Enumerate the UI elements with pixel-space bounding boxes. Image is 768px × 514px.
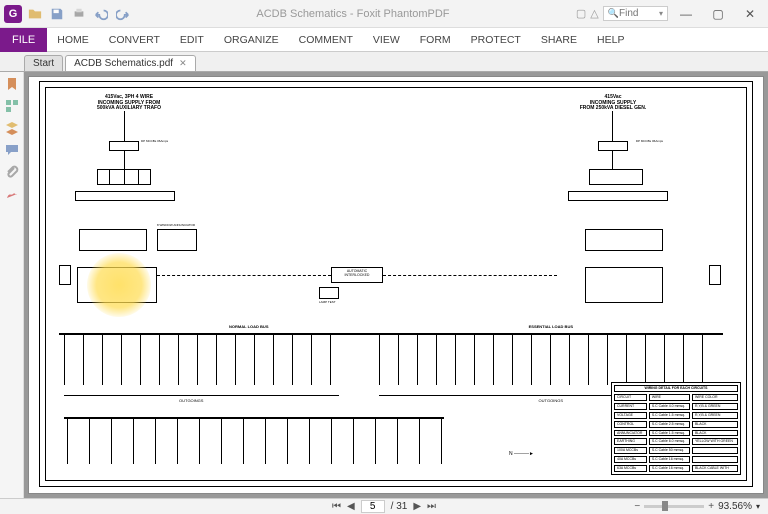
menu-collapse-icon[interactable]: ▢ <box>576 7 586 20</box>
find-box[interactable]: 🔍 ▾ <box>603 6 668 21</box>
left-supply-header3: 500kVA AUXILIARY TRAFO <box>97 105 161 111</box>
redo-icon[interactable] <box>116 7 130 21</box>
open-icon[interactable] <box>28 7 42 21</box>
doctab-start[interactable]: Start <box>24 55 63 71</box>
tab-organize[interactable]: ORGANIZE <box>214 28 289 52</box>
first-page-button[interactable]: ⏮ <box>332 501 341 512</box>
nav-sidebar <box>0 72 24 498</box>
tab-view[interactable]: VIEW <box>363 28 410 52</box>
annunciator-label: 8 WINDOW ANNUNCIATOR <box>157 224 195 227</box>
tab-home[interactable]: HOME <box>47 28 99 52</box>
document-tabs: Start ACDB Schematics.pdf ✕ <box>0 52 768 72</box>
tab-edit[interactable]: EDIT <box>170 28 214 52</box>
find-input[interactable] <box>619 8 659 19</box>
save-icon[interactable] <box>50 7 64 21</box>
document-viewer[interactable]: 415Vac, 3PH 4 WIRE INCOMING SUPPLY FROM … <box>24 72 768 498</box>
close-icon[interactable]: ✕ <box>179 58 187 69</box>
auto-interlock2: INTERLOCKED <box>345 273 370 277</box>
app-icon: G <box>4 5 22 23</box>
bookmark-icon[interactable] <box>4 76 20 92</box>
tab-convert[interactable]: CONVERT <box>99 28 170 52</box>
zoom-slider[interactable] <box>644 505 704 508</box>
tab-help[interactable]: HELP <box>587 28 634 52</box>
lamp-test: LAMP TEST <box>319 301 336 304</box>
find-dropdown-icon[interactable]: ▾ <box>659 9 663 18</box>
doctab-label: ACDB Schematics.pdf <box>74 58 173 69</box>
zoom-dropdown-icon[interactable]: ▾ <box>756 502 760 511</box>
tab-form[interactable]: FORM <box>410 28 461 52</box>
undo-icon[interactable] <box>94 7 108 21</box>
window-title: ACDB Schematics - Foxit PhantomPDF <box>256 8 449 20</box>
outgoings-right: OUTGOINGS <box>539 399 563 403</box>
zoom-out-button[interactable]: − <box>634 501 640 512</box>
outgoings-left: OUTGOINGS <box>179 399 203 403</box>
pdf-page: 415Vac, 3PH 4 WIRE INCOMING SUPPLY FROM … <box>28 76 764 494</box>
prev-page-button[interactable]: ◀ <box>347 501 355 512</box>
titlebar: G ACDB Schematics - Foxit PhantomPDF ▢ △… <box>0 0 768 28</box>
layers-icon[interactable] <box>4 120 20 136</box>
last-page-button[interactable]: ⏭ <box>427 501 436 512</box>
zoom-value: 93.56% <box>718 501 752 512</box>
next-page-button[interactable]: ▶ <box>413 501 421 512</box>
file-tab[interactable]: FILE <box>0 28 47 52</box>
maximize-button[interactable]: ▢ <box>704 4 732 24</box>
close-button[interactable]: ✕ <box>736 4 764 24</box>
page-total: / 31 <box>391 501 408 512</box>
mccb-label-right: DP MCCBs 06Amps <box>636 140 663 143</box>
search-icon: 🔍 <box>608 8 619 19</box>
page-input[interactable] <box>361 500 385 513</box>
ribbon: FILE HOME CONVERT EDIT ORGANIZE COMMENT … <box>0 28 768 52</box>
statusbar: ⏮ ◀ / 31 ▶ ⏭ − + 93.56% ▾ <box>0 498 768 514</box>
tab-comment[interactable]: COMMENT <box>289 28 363 52</box>
attachments-icon[interactable] <box>4 164 20 180</box>
thumbnails-icon[interactable] <box>4 98 20 114</box>
minimize-button[interactable]: — <box>672 4 700 24</box>
comments-icon[interactable] <box>4 142 20 158</box>
ribbon-toggle-icon[interactable]: △ <box>590 7 598 20</box>
tab-share[interactable]: SHARE <box>531 28 587 52</box>
signature-icon[interactable] <box>4 186 20 202</box>
doctab-label: Start <box>33 58 54 69</box>
essential-bus-label: ESSENTIAL LOAD BUS <box>529 325 573 329</box>
normal-bus-label: NORMAL LOAD BUS <box>229 325 268 329</box>
tab-protect[interactable]: PROTECT <box>461 28 531 52</box>
north-arrow: N ———► <box>509 452 534 458</box>
zoom-in-button[interactable]: + <box>708 501 714 512</box>
wiring-detail-table: WIRING DETAIL FOR EACH CIRCUITS CIRCUITW… <box>611 382 741 475</box>
doctab-current[interactable]: ACDB Schematics.pdf ✕ <box>65 55 195 71</box>
print-icon[interactable] <box>72 7 86 21</box>
right-supply-header3: FROM 250kVA DIESEL GEN. <box>580 105 647 111</box>
mccb-label: DP MCCBs 06Amps <box>141 140 168 143</box>
